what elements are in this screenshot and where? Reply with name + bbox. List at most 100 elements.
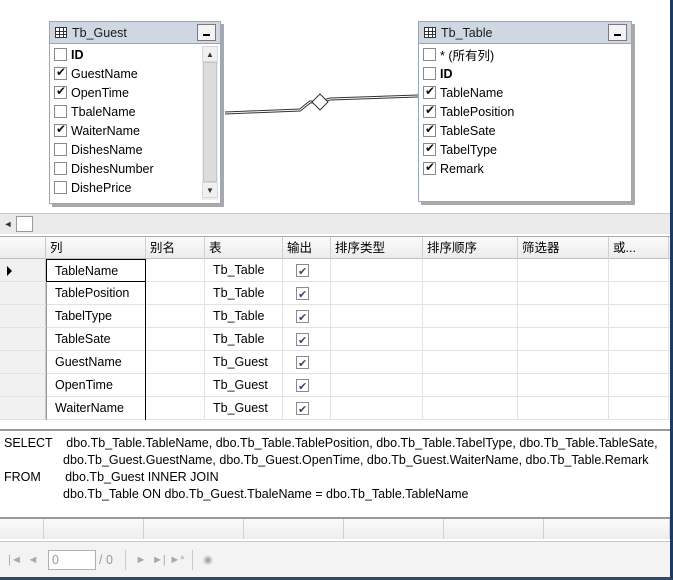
diagram-pane[interactable]: Tb_Guest ID GuestName OpenTime TbaleName Wai… [0, 0, 670, 213]
cell-alias[interactable] [146, 351, 205, 374]
cell-table[interactable]: Tb_Table [205, 259, 283, 282]
cell-column[interactable]: TabelType [46, 305, 146, 328]
column-checkbox[interactable] [423, 122, 436, 137]
output-checkbox[interactable] [296, 376, 309, 397]
grid-row[interactable]: TableSate Tb_Table [0, 328, 670, 351]
column-checkbox[interactable] [54, 122, 67, 137]
column-row[interactable]: GuestName [54, 64, 220, 83]
header-sort-order[interactable]: 排序顺序 [423, 237, 518, 259]
cell-column[interactable]: TablePosition [46, 282, 146, 305]
cell-sort-order[interactable] [423, 397, 518, 420]
column-checkbox[interactable] [54, 181, 67, 194]
cell-sort-type[interactable] [331, 351, 423, 374]
header-alias[interactable]: 别名 [146, 237, 205, 259]
cell-table[interactable]: Tb_Table [205, 282, 283, 305]
cell-column[interactable]: OpenTime [46, 374, 146, 397]
cell-or[interactable] [609, 397, 669, 420]
cell-sort-type[interactable] [331, 328, 423, 351]
header-filter[interactable]: 筛选器 [518, 237, 609, 259]
cell-alias[interactable] [146, 305, 205, 328]
row-selector[interactable] [0, 305, 46, 327]
column-checkbox[interactable] [54, 162, 67, 175]
cell-table[interactable]: Tb_Guest [205, 397, 283, 420]
cell-filter[interactable] [518, 259, 609, 282]
scroll-down-icon[interactable]: ▼ [202, 182, 218, 198]
column-row[interactable]: DishesName [54, 140, 220, 159]
table-header[interactable]: Tb_Table [419, 22, 631, 44]
results-pane[interactable] [0, 517, 670, 539]
row-selector[interactable] [0, 259, 46, 281]
row-selector[interactable] [0, 282, 46, 304]
cell-sort-order[interactable] [423, 305, 518, 328]
grid-row[interactable]: WaiterName Tb_Guest [0, 397, 670, 420]
column-checkbox[interactable] [423, 48, 436, 61]
new-record-icon[interactable]: ►* [168, 554, 186, 566]
cell-sort-order[interactable] [423, 351, 518, 374]
cell-or[interactable] [609, 374, 669, 397]
table-box-tb-table[interactable]: Tb_Table * (所有列) ID TableName TablePosition… [418, 21, 632, 202]
output-checkbox[interactable] [296, 284, 309, 305]
table-header[interactable]: Tb_Guest [50, 22, 220, 44]
minimize-button[interactable] [197, 24, 216, 41]
cell-filter[interactable] [518, 397, 609, 420]
horizontal-scrollbar[interactable]: ◄ [0, 213, 670, 234]
output-checkbox[interactable] [296, 261, 309, 282]
cell-sort-order[interactable] [423, 282, 518, 305]
cell-or[interactable] [609, 305, 669, 328]
cell-or[interactable] [609, 282, 669, 305]
output-checkbox[interactable] [296, 353, 309, 374]
cell-alias[interactable] [146, 282, 205, 305]
cell-filter[interactable] [518, 282, 609, 305]
column-row[interactable]: WaiterName [54, 121, 220, 140]
record-number-input[interactable] [48, 549, 96, 570]
row-selector[interactable] [0, 328, 46, 350]
header-table[interactable]: 表 [205, 237, 283, 259]
grid-row[interactable]: OpenTime Tb_Guest [0, 374, 670, 397]
next-record-icon[interactable]: ► [132, 554, 150, 566]
cell-sort-type[interactable] [331, 259, 423, 282]
header-or[interactable]: 或... [609, 237, 669, 259]
cell-or[interactable] [609, 259, 669, 282]
cell-table[interactable]: Tb_Guest [205, 374, 283, 397]
cell-sort-order[interactable] [423, 328, 518, 351]
cell-filter[interactable] [518, 328, 609, 351]
cell-filter[interactable] [518, 374, 609, 397]
grid-row[interactable]: TablePosition Tb_Table [0, 282, 670, 305]
row-selector[interactable] [0, 351, 46, 373]
column-row[interactable]: ID [54, 45, 220, 64]
grid-row[interactable]: TabelType Tb_Table [0, 305, 670, 328]
column-row[interactable]: ID [423, 64, 631, 83]
column-checkbox[interactable] [423, 141, 436, 156]
table-box-tb-guest[interactable]: Tb_Guest ID GuestName OpenTime TbaleName Wai… [49, 21, 221, 204]
sql-pane[interactable]: SELECT dbo.Tb_Table.TableName, dbo.Tb_Ta… [0, 429, 670, 517]
scroll-left-icon[interactable]: ◄ [0, 219, 16, 229]
cell-column[interactable]: WaiterName [46, 397, 146, 420]
column-row[interactable]: OpenTime [54, 83, 220, 102]
column-row[interactable]: TbaleName [54, 102, 220, 121]
cell-column[interactable]: TableSate [46, 328, 146, 351]
header-column[interactable]: 列 [46, 237, 146, 259]
output-checkbox[interactable] [296, 399, 309, 420]
header-output[interactable]: 输出 [283, 237, 331, 259]
header-sort-type[interactable]: 排序类型 [331, 237, 423, 259]
column-row[interactable]: TablePosition [423, 102, 631, 121]
column-checkbox[interactable] [423, 160, 436, 175]
scroll-thumb[interactable] [16, 216, 33, 232]
column-row[interactable]: Remark [423, 159, 631, 178]
row-selector[interactable] [0, 397, 46, 419]
cell-alias[interactable] [146, 397, 205, 420]
last-record-icon[interactable]: ►| [150, 554, 168, 566]
column-checkbox[interactable] [54, 84, 67, 99]
column-row[interactable]: TableSate [423, 121, 631, 140]
column-row[interactable]: * (所有列) [423, 45, 631, 64]
stop-icon[interactable]: ◉ [199, 553, 217, 566]
previous-record-icon[interactable]: ◄ [24, 554, 42, 566]
cell-alias[interactable] [146, 259, 205, 282]
column-row[interactable]: DishesNumber [54, 159, 220, 178]
cell-table[interactable]: Tb_Table [205, 328, 283, 351]
cell-sort-order[interactable] [423, 259, 518, 282]
scroll-up-icon[interactable]: ▲ [202, 46, 218, 62]
cell-filter[interactable] [518, 351, 609, 374]
cell-alias[interactable] [146, 374, 205, 397]
row-selector[interactable] [0, 374, 46, 396]
